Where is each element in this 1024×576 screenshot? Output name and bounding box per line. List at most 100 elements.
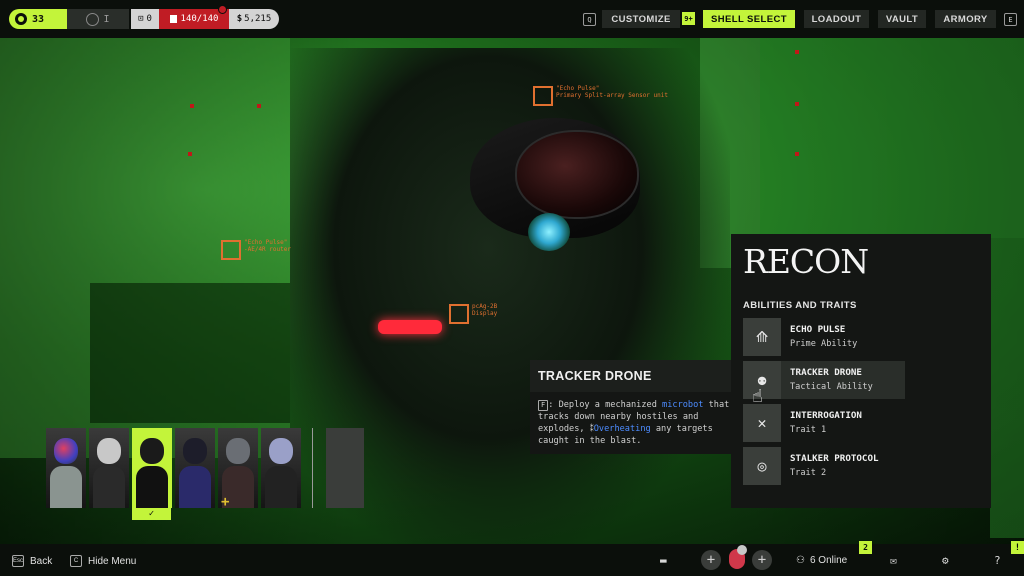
plus-icon: +: [221, 494, 230, 510]
settings-gear-icon[interactable]: ⚙: [942, 554, 949, 567]
roster-card-selected[interactable]: [132, 428, 172, 508]
shell-portrait-body: [136, 466, 168, 508]
microbot-keyword: microbot: [662, 400, 704, 410]
credits-icon: $: [236, 14, 243, 24]
tooltip-title: TRACKER DRONE: [530, 360, 740, 392]
ability-name: INTERROGATION: [790, 410, 862, 421]
scene-label: "Echo Pulse" Primary Split-array Sensor …: [556, 85, 668, 99]
roster-divider: [312, 428, 313, 508]
shell-portrait-body: [50, 466, 82, 508]
nav-loadout-button[interactable]: LOADOUT: [804, 10, 869, 28]
add-party-member-button[interactable]: +: [701, 550, 721, 570]
scene-label: pcAg-2B Display: [472, 303, 498, 317]
ability-type: Trait 2: [790, 468, 827, 478]
rank-value: I: [103, 13, 110, 25]
shell-info-panel: RECON ABILITIES AND TRAITS ⟰ ECHO PULSE …: [731, 234, 991, 508]
echo-pulse-icon: ⟰: [743, 318, 781, 356]
ability-type: Prime Ability: [790, 339, 858, 349]
scene-label: "Echo Pulse" -AE/4R router: [244, 239, 291, 253]
visor-light: [528, 213, 570, 251]
shell-portrait-head: [226, 438, 250, 464]
shell-name: RECON: [743, 242, 869, 281]
hud-dot: [257, 104, 261, 108]
box-icon: ⊡: [138, 14, 144, 24]
help-button[interactable]: ?: [994, 554, 1001, 567]
shell-portrait-body: [265, 466, 297, 508]
ability-type: Trait 1: [790, 425, 827, 435]
scan-overlay: [990, 238, 1024, 538]
credits-counter[interactable]: $ 5,215: [229, 9, 279, 29]
box-counter[interactable]: ⊡ 0: [131, 9, 159, 29]
customize-notification-badge: 9+: [682, 12, 695, 25]
player-level[interactable]: 33: [9, 9, 67, 29]
ability-name: TRACKER DRONE: [790, 367, 862, 378]
nav-customize-button[interactable]: CUSTOMIZE: [602, 10, 680, 28]
shell-portrait-head: [97, 438, 121, 464]
shell-portrait-body: [179, 466, 211, 508]
ability-name: STALKER PROTOCOL: [790, 453, 879, 464]
health-value: 140/140: [180, 14, 219, 24]
hud-dot: [188, 152, 192, 156]
back-label: Back: [30, 555, 53, 567]
ability-tooltip: TRACKER DRONE F: Deploy a mechanized mic…: [530, 360, 740, 454]
scan-overlay: [760, 38, 1024, 238]
online-friends-button[interactable]: ⚇ 6 Online: [796, 555, 847, 566]
box-value: 0: [146, 14, 152, 24]
shell-portrait-head: [54, 438, 78, 464]
shell-portrait-head: [140, 438, 164, 464]
mail-icon[interactable]: ✉: [890, 554, 897, 567]
ability-row-echo-pulse[interactable]: ⟰ ECHO PULSE Prime Ability: [743, 318, 905, 356]
roster-card[interactable]: [46, 428, 86, 508]
hud-dot: [795, 50, 799, 54]
shell-portrait-head: [183, 438, 207, 464]
red-light: [378, 320, 442, 334]
nav-vault-button[interactable]: VAULT: [878, 10, 926, 28]
rank-icon: [86, 12, 100, 26]
hud-dot: [190, 104, 194, 108]
ability-type: Tactical Ability: [790, 382, 873, 392]
stalker-protocol-icon: ◎: [743, 447, 781, 485]
hide-menu-key-hint: C: [70, 555, 82, 567]
ability-row-stalker-protocol[interactable]: ◎ STALKER PROTOCOL Trait 2: [743, 447, 905, 485]
credits-value: 5,215: [244, 14, 272, 24]
roster-card[interactable]: [175, 428, 215, 508]
shell-portrait-body: [93, 466, 125, 508]
hand-cursor-icon: ☝: [752, 386, 763, 407]
target-marker: [533, 86, 553, 106]
player-rank[interactable]: I: [67, 9, 129, 29]
prev-tab-key-hint: Q: [583, 13, 596, 26]
online-label: 6 Online: [809, 555, 848, 566]
hide-menu-button[interactable]: C Hide Menu: [70, 555, 136, 567]
character-visor: [515, 130, 639, 219]
roster-card[interactable]: [261, 428, 301, 508]
friends-icon: ⚇: [796, 555, 805, 566]
add-party-member-button[interactable]: +: [752, 550, 772, 570]
ability-row-tracker-drone[interactable]: ⚉ TRACKER DRONE Tactical Ability: [743, 361, 905, 399]
ability-name: ECHO PULSE: [790, 324, 846, 335]
interrogation-icon: ✕: [743, 404, 781, 442]
level-icon: [15, 13, 27, 25]
selected-check-icon: ✓: [132, 508, 171, 520]
target-marker: [221, 240, 241, 260]
back-key-hint: Esc: [12, 555, 24, 567]
hide-menu-label: Hide Menu: [88, 555, 137, 567]
player-avatar[interactable]: [729, 545, 747, 569]
nav-shell-select-button[interactable]: SHELL SELECT: [703, 10, 795, 28]
next-tab-key-hint: E: [1004, 13, 1017, 26]
top-bar: 33 I ⊡ 0 140/140 $ 5,215 Q CUSTOMIZE 9+ …: [0, 0, 1024, 38]
roster-card[interactable]: [89, 428, 129, 508]
alert-badge: !: [1011, 541, 1024, 554]
level-value: 33: [32, 13, 45, 25]
shell-portrait-head: [269, 438, 293, 464]
roster-empty-slot[interactable]: [326, 428, 364, 508]
back-button[interactable]: Esc Back: [12, 555, 52, 567]
ability-row-interrogation[interactable]: ✕ INTERROGATION Trait 1: [743, 404, 905, 442]
nav-armory-button[interactable]: ARMORY: [935, 10, 996, 28]
tooltip-key-hint: F: [538, 400, 549, 411]
chat-icon[interactable]: ▬: [660, 554, 667, 567]
overheating-keyword: Overheating: [593, 424, 651, 435]
hud-dot: [795, 152, 799, 156]
abilities-heading: ABILITIES AND TRAITS: [743, 300, 857, 311]
health-icon: [169, 15, 177, 23]
hud-dot: [795, 102, 799, 106]
